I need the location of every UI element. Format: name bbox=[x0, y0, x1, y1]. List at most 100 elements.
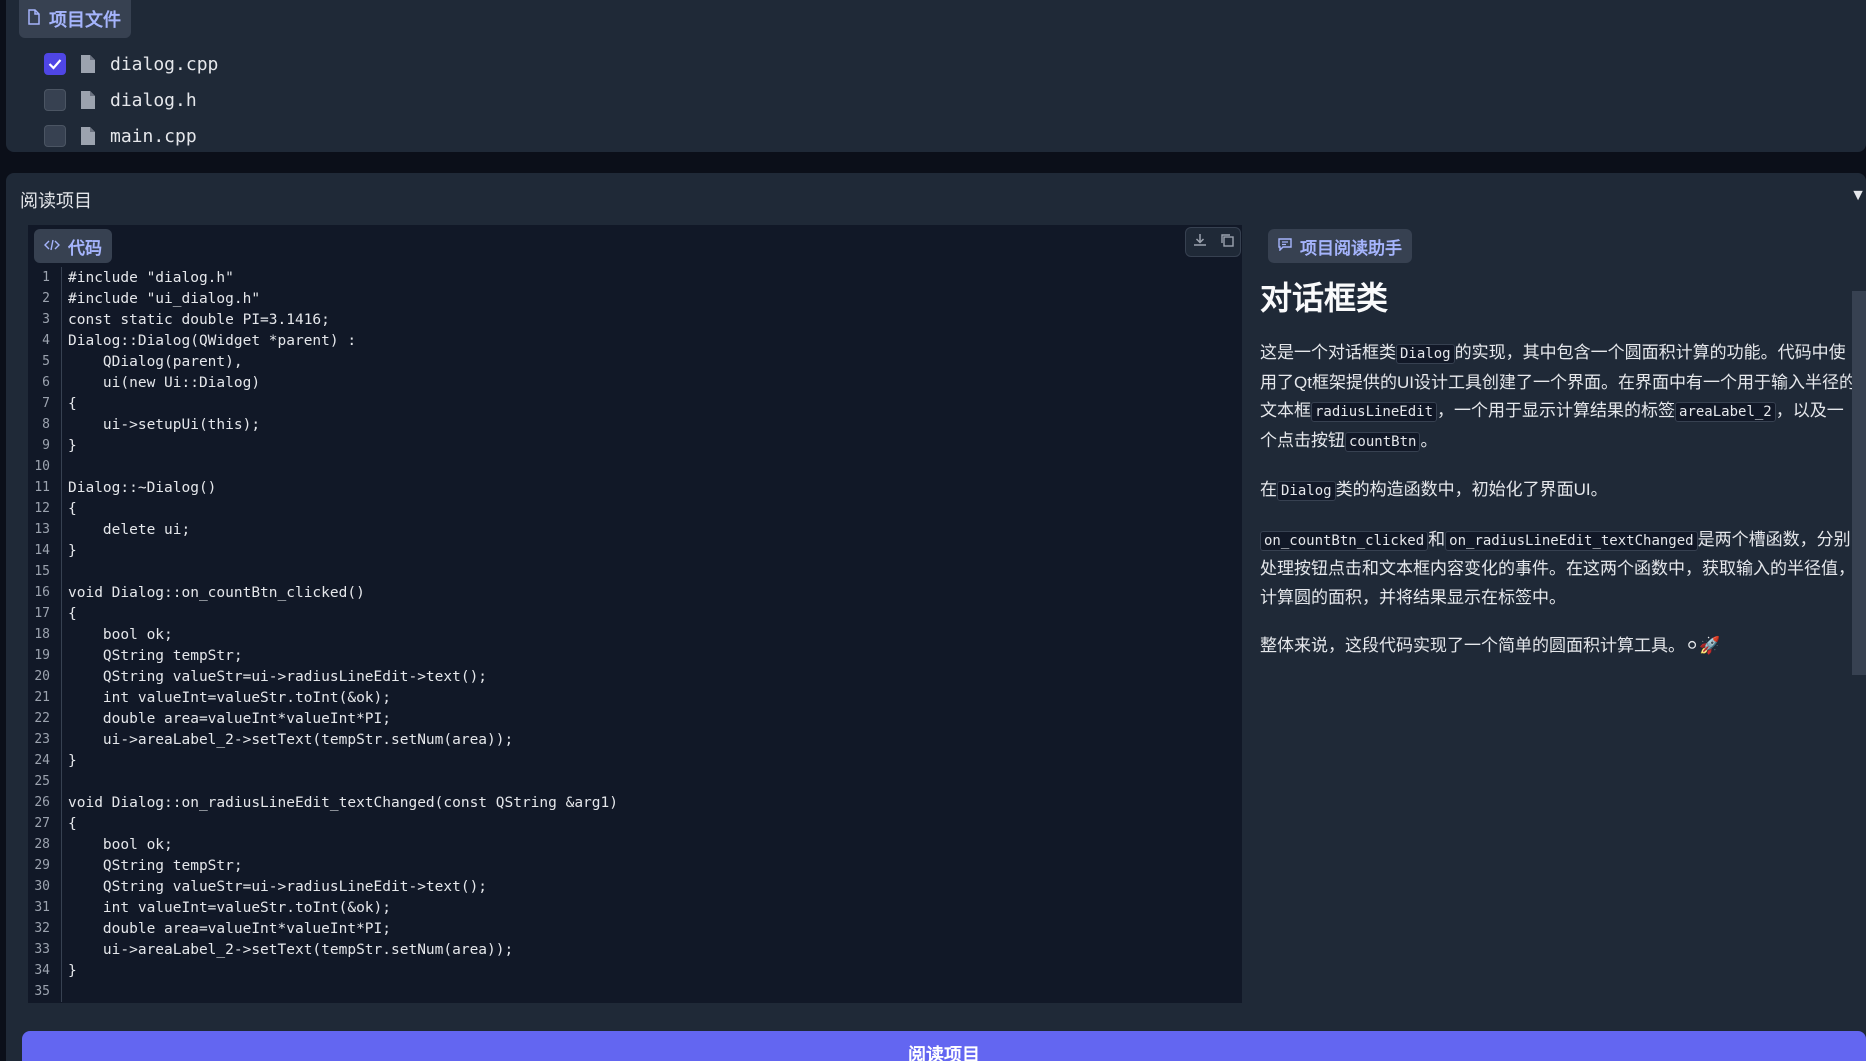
code-text: QDialog(parent), bbox=[68, 353, 243, 370]
line-number: 16 bbox=[34, 585, 50, 600]
code-line: 3 const static double PI=3.1416; bbox=[28, 309, 1242, 330]
code-line: 23 ui->areaLabel_2->setText(tempStr.setN… bbox=[28, 729, 1242, 750]
line-number: 28 bbox=[34, 837, 50, 852]
code-text: const static double PI=3.1416; bbox=[68, 311, 330, 328]
code-text: { bbox=[68, 815, 77, 832]
file-checkbox[interactable] bbox=[44, 89, 66, 111]
document-icon bbox=[80, 54, 96, 74]
file-name: dialog.h bbox=[110, 89, 197, 111]
code-text: void Dialog::on_countBtn_clicked() bbox=[68, 584, 365, 601]
code-line: 18 bool ok; bbox=[28, 624, 1242, 645]
file-name: dialog.cpp bbox=[110, 53, 219, 75]
project-files-tag: 项目文件 bbox=[19, 0, 131, 38]
file-checkbox[interactable] bbox=[44, 53, 66, 75]
code-text: { bbox=[68, 395, 77, 412]
line-number: 14 bbox=[34, 543, 50, 558]
code-line: 6 ui(new Ui::Dialog) bbox=[28, 372, 1242, 393]
read-project-button[interactable]: 阅读项目 bbox=[22, 1031, 1866, 1061]
code-line: 20 QString valueStr=ui->radiusLineEdit->… bbox=[28, 666, 1242, 687]
assistant-paragraph-2: 在 Dialog 类的构造函数中，初始化了界面UI。 bbox=[1260, 480, 1608, 501]
document-icon bbox=[80, 90, 96, 110]
line-number: 10 bbox=[34, 459, 50, 474]
line-number: 5 bbox=[42, 354, 50, 369]
assistant-tag: 项目阅读助手 bbox=[1268, 229, 1412, 263]
code-text: bool ok; bbox=[68, 836, 173, 853]
file-row[interactable]: dialog.h bbox=[44, 85, 197, 115]
line-number: 15 bbox=[34, 564, 50, 579]
assistant-heading: 对话框类 bbox=[1260, 280, 1389, 316]
line-number: 9 bbox=[42, 438, 50, 453]
line-number: 12 bbox=[34, 501, 50, 516]
line-number: 25 bbox=[34, 774, 50, 789]
code-text: void Dialog::on_radiusLineEdit_textChang… bbox=[68, 794, 618, 811]
line-number: 31 bbox=[34, 900, 50, 915]
line-number: 3 bbox=[42, 312, 50, 327]
read-project-panel: 阅读项目 ▼ 代码 1 #include "dialog.h" 2 #include … bbox=[6, 173, 1866, 1061]
code-text: { bbox=[68, 500, 77, 517]
line-number: 30 bbox=[34, 879, 50, 894]
code-line: 12 { bbox=[28, 498, 1242, 519]
code-text: QString tempStr; bbox=[68, 647, 243, 664]
code-text: } bbox=[68, 752, 77, 769]
line-number: 23 bbox=[34, 732, 50, 747]
copy-icon[interactable] bbox=[1220, 233, 1234, 252]
code-text: } bbox=[68, 542, 77, 559]
code-line: 2 #include "ui_dialog.h" bbox=[28, 288, 1242, 309]
code-text: ui->areaLabel_2->setText(tempStr.setNum(… bbox=[68, 731, 514, 748]
line-number: 20 bbox=[34, 669, 50, 684]
code-text: double area=valueInt*valueInt*PI; bbox=[68, 710, 392, 727]
code-text: Dialog::~Dialog() bbox=[68, 479, 217, 496]
code-line: 14} bbox=[28, 540, 1242, 561]
code-text: double area=valueInt*valueInt*PI; bbox=[68, 920, 392, 937]
assistant-paragraph-3: on_countBtn_clicked 和 on_radiusLineEdit_te… bbox=[1260, 529, 1855, 607]
file-row[interactable]: dialog.cpp bbox=[44, 49, 218, 79]
chat-icon bbox=[1278, 236, 1292, 256]
line-number: 32 bbox=[34, 921, 50, 936]
assistant-paragraph-4: 整体来说，这段代码实现了一个简单的圆面积计算工具。⚪🚀 bbox=[1260, 636, 1721, 655]
code-line: 32 double area=valueInt*valueInt*PI; bbox=[28, 918, 1242, 939]
code-line: 26 void Dialog::on_radiusLineEdit_textCha… bbox=[28, 792, 1242, 813]
code-text: QString valueStr=ui->radiusLineEdit->tex… bbox=[68, 878, 488, 895]
code-line: 31 int valueInt=valueStr.toInt(&ok); bbox=[28, 897, 1242, 918]
code-text: bool ok; bbox=[68, 626, 173, 643]
line-number: 26 bbox=[34, 795, 50, 810]
line-number: 19 bbox=[34, 648, 50, 663]
project-files-label: 项目文件 bbox=[49, 10, 121, 30]
code-line: 17 { bbox=[28, 603, 1242, 624]
code-line: 27 { bbox=[28, 813, 1242, 834]
code-line: 10 bbox=[28, 456, 1242, 477]
code-text: ui->setupUi(this); bbox=[68, 416, 261, 433]
download-icon[interactable] bbox=[1193, 233, 1207, 252]
line-number: 18 bbox=[34, 627, 50, 642]
code-line: 16 void Dialog::on_countBtn_clicked() bbox=[28, 582, 1242, 603]
code-line: 11 Dialog::~Dialog() bbox=[28, 477, 1242, 498]
code-text: QString tempStr; bbox=[68, 857, 243, 874]
code-line: 25 bbox=[28, 771, 1242, 792]
code-line: 1 #include "dialog.h" bbox=[28, 267, 1242, 288]
line-number: 27 bbox=[34, 816, 50, 831]
code-line: 9} bbox=[28, 435, 1242, 456]
code-line: 24} bbox=[28, 750, 1242, 771]
code-text: delete ui; bbox=[68, 521, 191, 538]
code-line: 4 Dialog::Dialog(QWidget *parent) : bbox=[28, 330, 1242, 351]
code-text: ui(new Ui::Dialog) bbox=[68, 374, 261, 391]
project-files-panel: 项目文件 dialog.cpp dialog.h main.cpp bbox=[6, 0, 1866, 152]
file-row[interactable]: main.cpp bbox=[44, 121, 197, 151]
line-number: 13 bbox=[34, 522, 50, 537]
line-number: 1 bbox=[42, 270, 50, 285]
code-icon bbox=[44, 236, 60, 256]
code-line: 15 bbox=[28, 561, 1242, 582]
code-text: int valueInt=valueStr.toInt(&ok); bbox=[68, 899, 392, 916]
line-number: 8 bbox=[42, 417, 50, 432]
code-line: 28 bool ok; bbox=[28, 834, 1242, 855]
code-text: } bbox=[68, 437, 77, 454]
collapse-arrow-icon[interactable]: ▼ bbox=[1850, 187, 1866, 205]
line-number: 6 bbox=[42, 375, 50, 390]
code-lines: 1 #include "dialog.h" 2 #include "ui_dialog… bbox=[28, 267, 1242, 1002]
assistant-tag-label: 项目阅读助手 bbox=[1300, 238, 1402, 258]
line-number: 33 bbox=[34, 942, 50, 957]
code-line: 21 int valueInt=valueStr.toInt(&ok); bbox=[28, 687, 1242, 708]
assistant-scrollbar[interactable] bbox=[1852, 291, 1866, 675]
file-checkbox[interactable] bbox=[44, 125, 66, 147]
code-line: 7{ bbox=[28, 393, 1242, 414]
